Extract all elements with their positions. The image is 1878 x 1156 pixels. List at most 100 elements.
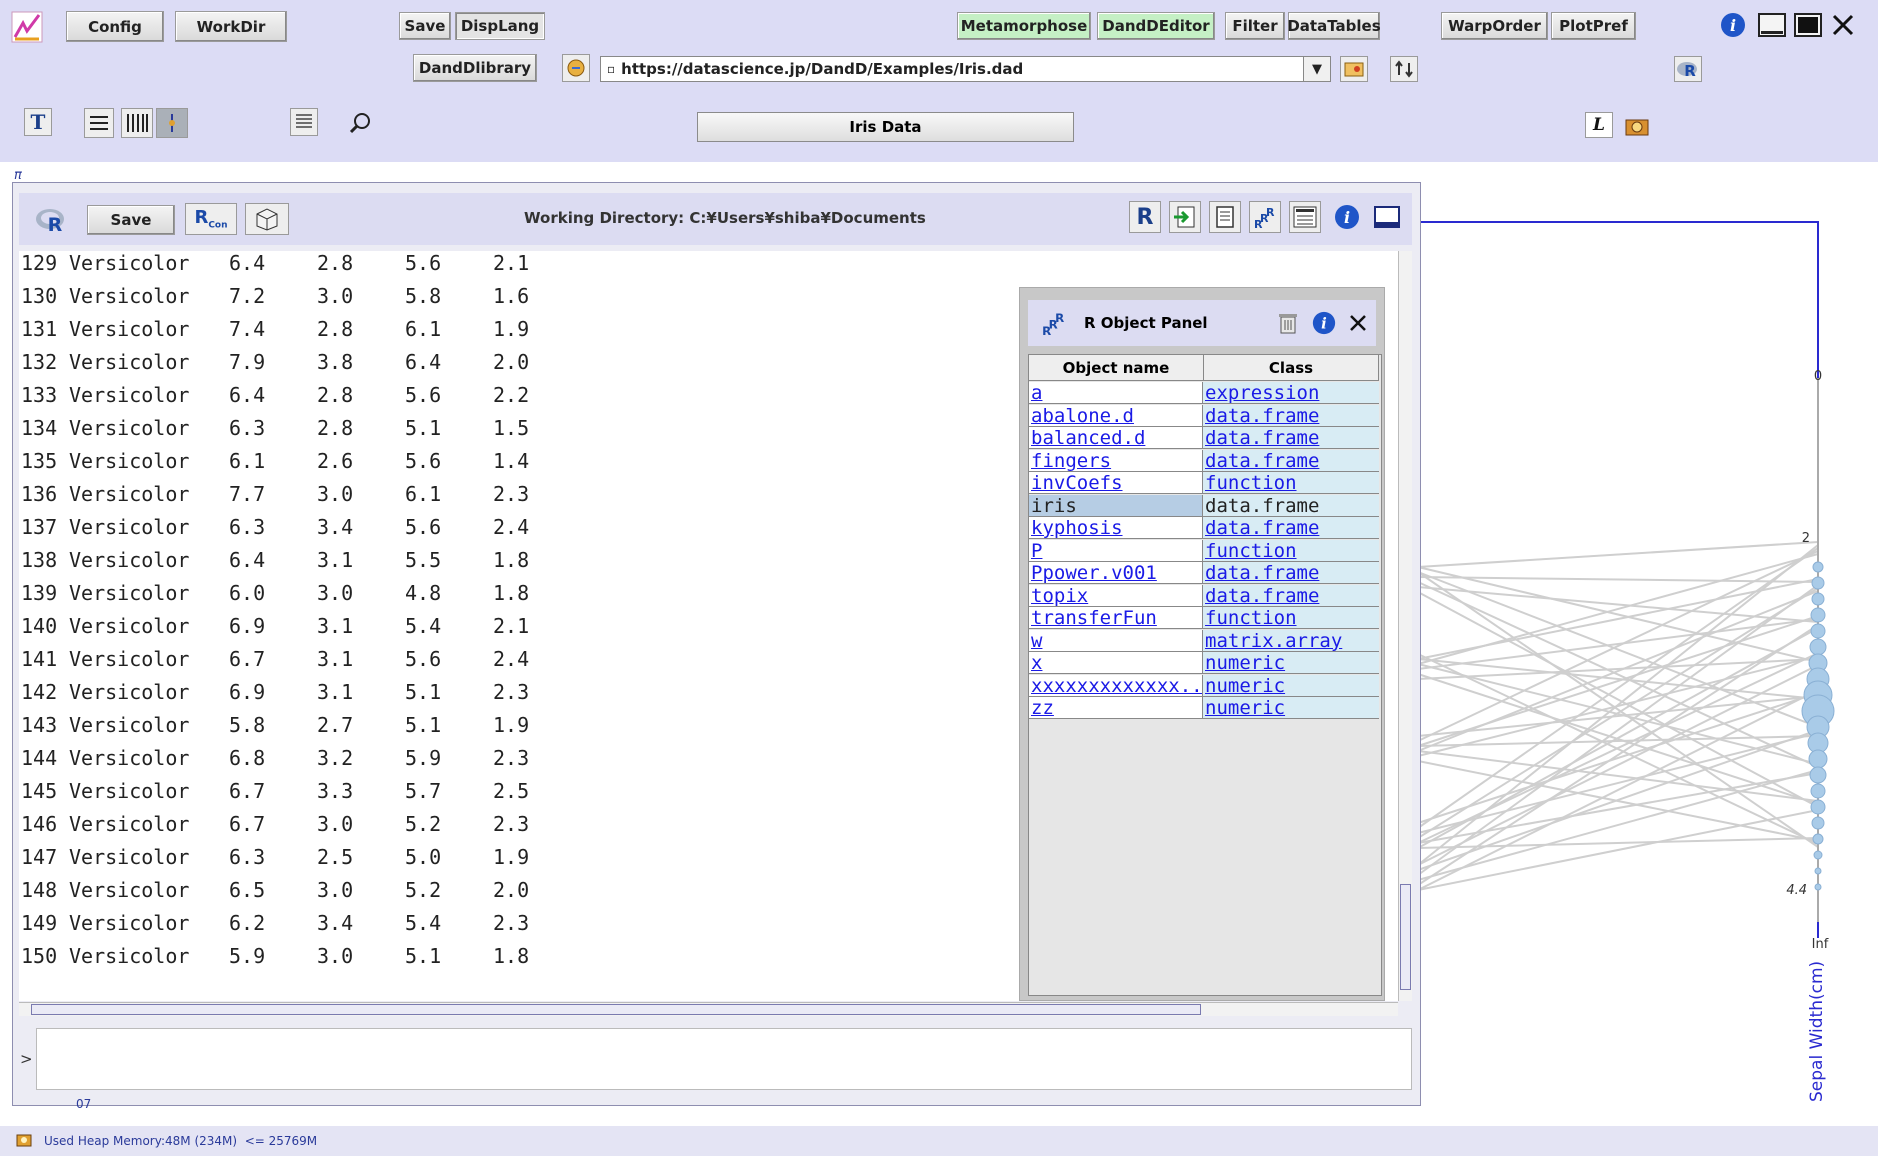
object-name-cell[interactable]: abalone.d bbox=[1029, 404, 1203, 427]
warporder-button[interactable]: WarpOrder bbox=[1441, 12, 1548, 40]
console-vertical-scrollbar[interactable] bbox=[1398, 251, 1412, 1001]
object-class-cell[interactable]: expression bbox=[1203, 382, 1379, 404]
object-class-cell[interactable]: data.frame bbox=[1203, 404, 1379, 427]
package-icon[interactable] bbox=[245, 203, 289, 235]
displang-button[interactable]: DispLang bbox=[455, 12, 545, 40]
object-table[interactable]: Object name Class a expression abalone.d da… bbox=[1028, 354, 1382, 996]
metamorphose-button[interactable]: Metamorphose bbox=[957, 12, 1091, 40]
url-field[interactable]: ▫ https://datascience.jp/DandD/Examples/… bbox=[600, 56, 1331, 82]
object-row[interactable]: zz numeric bbox=[1029, 697, 1379, 720]
object-name-cell[interactable]: topix bbox=[1029, 584, 1203, 607]
data-view-icon[interactable] bbox=[1289, 201, 1321, 233]
object-row[interactable]: fingers data.frame bbox=[1029, 449, 1379, 473]
filter-button[interactable]: Filter bbox=[1225, 12, 1285, 40]
camera-icon[interactable] bbox=[1622, 110, 1652, 140]
object-row[interactable]: topix data.frame bbox=[1029, 584, 1379, 608]
open-file-icon[interactable] bbox=[562, 54, 590, 82]
object-name-cell[interactable]: xxxxxxxxxxxxx... bbox=[1029, 674, 1203, 697]
object-class-cell[interactable]: data.frame bbox=[1203, 584, 1379, 607]
object-name-cell[interactable]: iris bbox=[1029, 494, 1203, 517]
object-row[interactable]: abalone.d data.frame bbox=[1029, 404, 1379, 428]
chevron-down-icon[interactable]: ▼ bbox=[1303, 57, 1330, 81]
plotpref-button[interactable]: PlotPref bbox=[1551, 12, 1636, 40]
tick-label-low: 4.4 bbox=[1786, 883, 1807, 898]
command-input[interactable] bbox=[36, 1028, 1412, 1090]
dataset-title[interactable]: Iris Data bbox=[697, 112, 1074, 142]
object-class-cell[interactable]: function bbox=[1203, 539, 1379, 562]
object-row[interactable]: xxxxxxxxxxxxx... numeric bbox=[1029, 674, 1379, 698]
script-icon[interactable] bbox=[1209, 201, 1241, 233]
object-class-cell[interactable]: data.frame bbox=[1203, 494, 1379, 517]
object-name-cell[interactable]: zz bbox=[1029, 697, 1203, 719]
object-row[interactable]: w matrix.array bbox=[1029, 629, 1379, 653]
r-icon[interactable]: R bbox=[1674, 56, 1702, 82]
info-icon[interactable]: i bbox=[1718, 10, 1748, 40]
console-info-icon[interactable]: i bbox=[1331, 201, 1363, 233]
object-class-cell[interactable]: function bbox=[1203, 607, 1379, 629]
import-icon[interactable] bbox=[1169, 201, 1201, 233]
legend-icon[interactable]: L bbox=[1585, 112, 1613, 138]
object-row[interactable]: Pfunction bbox=[1029, 539, 1379, 563]
object-class-cell[interactable]: data.frame bbox=[1203, 517, 1379, 539]
datatables-button[interactable]: DataTables bbox=[1287, 12, 1381, 40]
object-class-cell[interactable]: data.frame bbox=[1203, 562, 1379, 584]
console-cell: 2.3 bbox=[493, 911, 530, 935]
hscroll-thumb[interactable] bbox=[31, 1004, 1201, 1015]
config-button[interactable]: Config bbox=[66, 11, 164, 42]
object-row[interactable]: invCoefs function bbox=[1029, 472, 1379, 495]
object-name-cell[interactable]: balanced.d bbox=[1029, 427, 1203, 449]
workdir-button[interactable]: WorkDir bbox=[175, 11, 287, 42]
minimize-panel-icon[interactable] bbox=[1371, 201, 1403, 233]
r-objects-icon[interactable]: RRR bbox=[1249, 201, 1281, 233]
maximize-window-icon[interactable] bbox=[1792, 10, 1824, 40]
column-header-class[interactable]: Class bbox=[1204, 355, 1379, 381]
object-class-cell[interactable]: function bbox=[1203, 472, 1379, 494]
object-name-cell[interactable]: invCoefs bbox=[1029, 472, 1203, 494]
close-window-icon[interactable] bbox=[1828, 10, 1858, 40]
vertical-bars-icon[interactable] bbox=[121, 108, 153, 138]
console-cell: 3.2 bbox=[317, 746, 354, 770]
object-name-cell[interactable]: Ppower.v001 bbox=[1029, 562, 1203, 584]
object-class-cell[interactable]: numeric bbox=[1203, 697, 1379, 719]
axis-marker-icon[interactable] bbox=[156, 108, 188, 138]
column-header-object-name[interactable]: Object name bbox=[1029, 355, 1204, 381]
save-button[interactable]: Save bbox=[399, 12, 451, 40]
object-class-cell[interactable]: data.frame bbox=[1203, 449, 1379, 472]
dandd-editor-button[interactable]: DandDEditor bbox=[1097, 12, 1215, 40]
object-class-cell[interactable]: data.frame bbox=[1203, 427, 1379, 449]
parallel-coordinates-plot[interactable]: 0 2 4.4 Inf Sepal Width(cm) bbox=[1410, 162, 1878, 1122]
horizontal-bars-icon[interactable] bbox=[84, 108, 114, 138]
object-panel-info-icon[interactable]: i bbox=[1310, 309, 1338, 337]
object-panel-close-icon[interactable] bbox=[1344, 309, 1372, 337]
object-name-cell[interactable]: kyphosis bbox=[1029, 517, 1203, 539]
object-row[interactable]: a expression bbox=[1029, 382, 1379, 405]
text-tool-icon[interactable]: T bbox=[24, 108, 52, 136]
object-name-cell[interactable]: transferFun bbox=[1029, 607, 1203, 629]
object-row[interactable]: kyphosis data.frame bbox=[1029, 517, 1379, 540]
search-icon[interactable] bbox=[346, 108, 376, 138]
refresh-icon[interactable] bbox=[1390, 56, 1418, 82]
object-row[interactable]: x numeric bbox=[1029, 652, 1379, 675]
load-url-icon[interactable] bbox=[1340, 56, 1368, 82]
object-row[interactable]: iris data.frame bbox=[1029, 494, 1379, 518]
scroll-thumb[interactable] bbox=[1400, 884, 1411, 990]
object-class-cell[interactable]: numeric bbox=[1203, 652, 1379, 674]
trash-icon[interactable] bbox=[1274, 309, 1302, 337]
r-run-icon[interactable]: R bbox=[1129, 201, 1161, 233]
console-save-button[interactable]: Save bbox=[87, 205, 175, 235]
object-row[interactable]: transferFun function bbox=[1029, 607, 1379, 630]
object-row[interactable]: Ppower.v001 data.frame bbox=[1029, 562, 1379, 585]
console-horizontal-scrollbar[interactable] bbox=[19, 1002, 1398, 1016]
list-icon[interactable] bbox=[290, 108, 318, 136]
object-class-cell[interactable]: matrix.array bbox=[1203, 629, 1379, 652]
r-console-icon[interactable]: RCon bbox=[185, 203, 237, 235]
object-name-cell[interactable]: P bbox=[1029, 539, 1203, 562]
object-name-cell[interactable]: fingers bbox=[1029, 449, 1203, 472]
object-name-cell[interactable]: a bbox=[1029, 382, 1203, 404]
dandd-library-button[interactable]: DandDlibrary bbox=[413, 54, 537, 82]
object-name-cell[interactable]: w bbox=[1029, 629, 1203, 652]
object-class-cell[interactable]: numeric bbox=[1203, 674, 1379, 697]
minimize-window-icon[interactable] bbox=[1756, 10, 1788, 40]
object-row[interactable]: balanced.d data.frame bbox=[1029, 427, 1379, 450]
object-name-cell[interactable]: x bbox=[1029, 652, 1203, 674]
